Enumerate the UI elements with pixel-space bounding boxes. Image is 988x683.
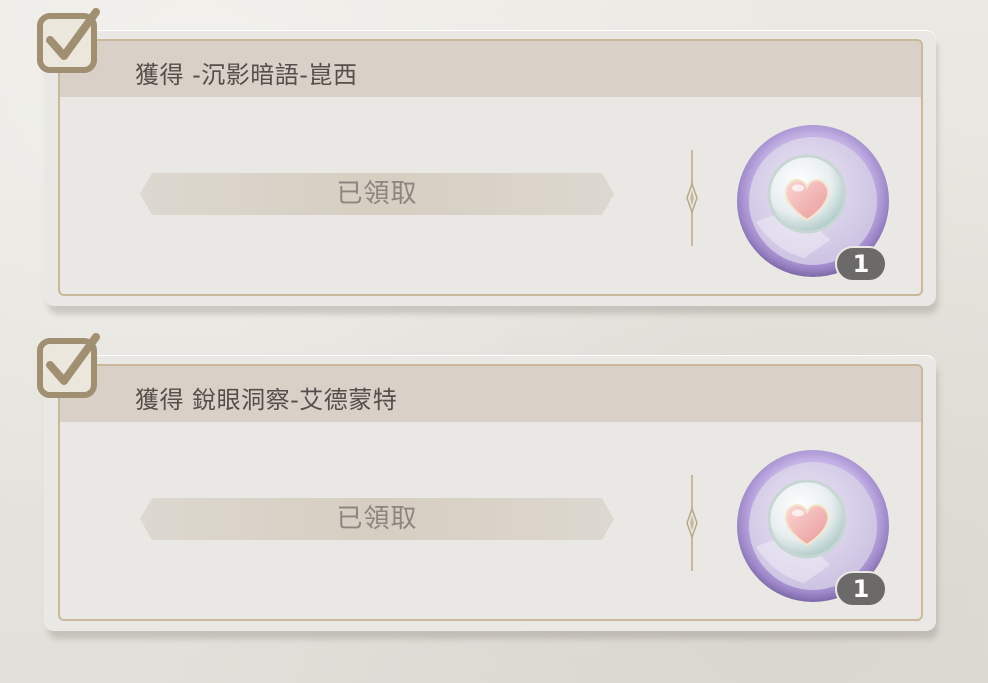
reward-quantity-badge: 1: [835, 571, 887, 607]
claimed-label: 已領取: [336, 179, 418, 209]
claimed-status-bar: 已領取: [140, 498, 614, 540]
quest-card: 獲得 銳眼洞察-艾德蒙特 已領取 1: [37, 333, 938, 639]
claimed-status-bar: 已領取: [140, 173, 614, 215]
completed-check-icon: [37, 333, 100, 398]
reward-quantity-badge: 1: [835, 246, 887, 282]
claimed-label: 已領取: [336, 504, 418, 534]
quest-card: 獲得 -沉影暗語-崑西 已領取 1: [37, 8, 938, 314]
completed-check-icon: [37, 8, 100, 73]
divider-ornament: [686, 475, 698, 571]
quest-title: 獲得 銳眼洞察-艾德蒙特: [135, 386, 398, 414]
divider-ornament: [686, 150, 698, 246]
quest-title: 獲得 -沉影暗語-崑西: [135, 61, 358, 89]
